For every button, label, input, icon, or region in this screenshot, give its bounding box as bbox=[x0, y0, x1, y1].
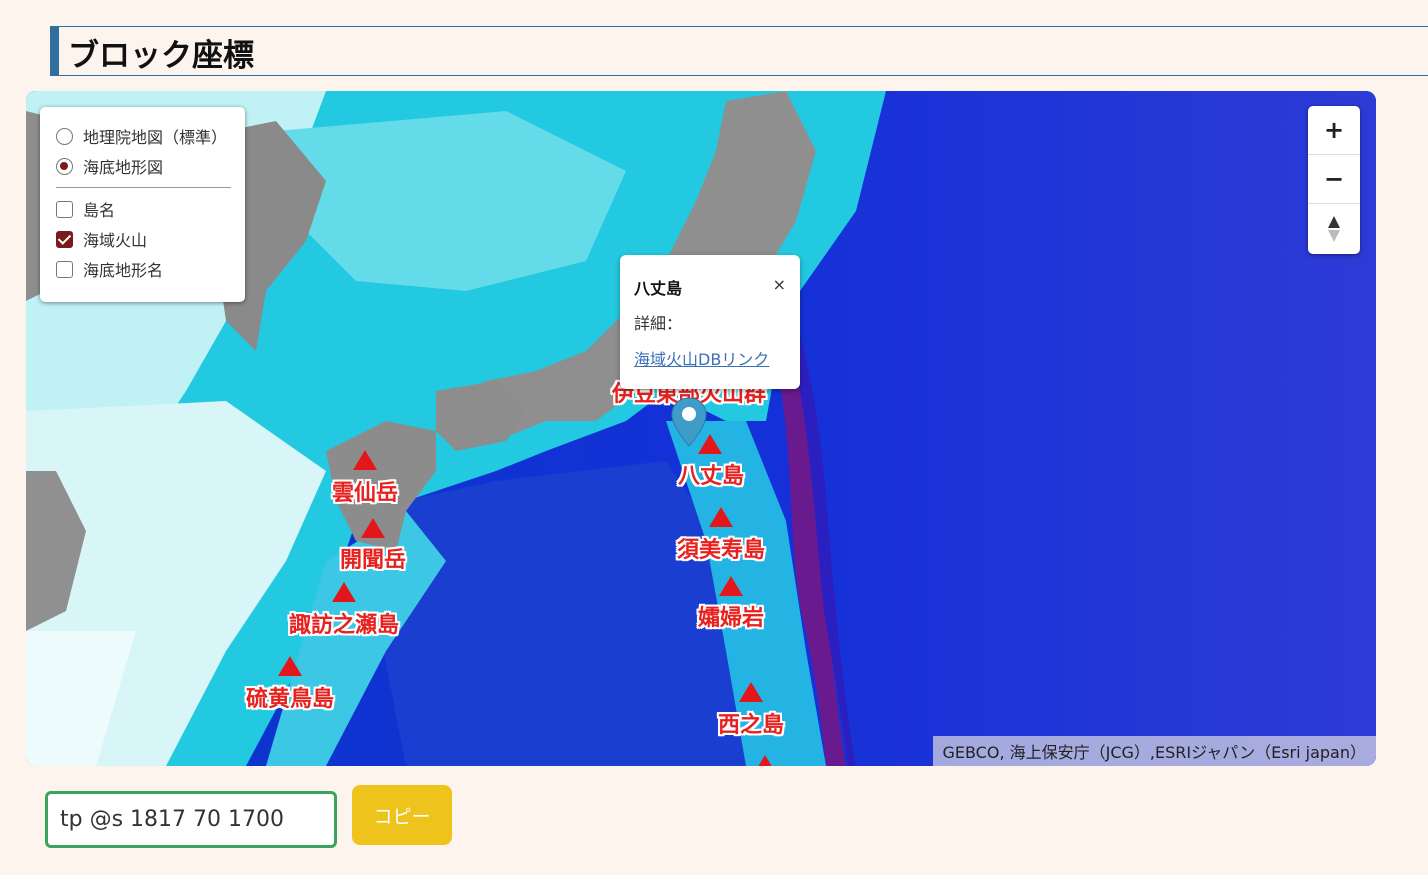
volcano-marker-icon[interactable] bbox=[709, 507, 733, 527]
volcano-label-hachijojima[interactable]: 八丈島 bbox=[678, 458, 744, 490]
popup-title: 八丈島 bbox=[634, 279, 683, 298]
volcano-label-kaimondake[interactable]: 開聞岳 bbox=[340, 542, 406, 574]
reset-north-button[interactable] bbox=[1308, 204, 1360, 253]
popup-detail-label: 詳細： bbox=[634, 314, 683, 333]
volcano-marker-icon[interactable] bbox=[278, 656, 302, 676]
base-layer-label: 地理院地図（標準） bbox=[83, 128, 228, 147]
volcano-marker-icon[interactable] bbox=[353, 450, 377, 470]
checkbox[interactable] bbox=[56, 260, 73, 278]
compass-icon bbox=[1328, 215, 1340, 242]
radio-button[interactable] bbox=[56, 127, 73, 145]
layer-control: 地理院地図（標準） 海底地形図 島名 海域火山 海底地形名 bbox=[40, 107, 245, 302]
volcano-label-sofugan[interactable]: 孀婦岩 bbox=[698, 600, 764, 632]
volcano-label-iotorishima[interactable]: 硫黄鳥島 bbox=[246, 681, 334, 713]
radio-button[interactable] bbox=[56, 157, 73, 175]
overlay-island-names[interactable]: 島名 bbox=[56, 194, 231, 224]
volcano-marker-icon[interactable] bbox=[698, 434, 722, 454]
popup-close-icon[interactable]: × bbox=[773, 275, 786, 294]
popup-db-link[interactable]: 海域火山DBリンク bbox=[634, 346, 786, 370]
copy-button[interactable]: コピー bbox=[352, 785, 452, 845]
layer-separator bbox=[56, 187, 231, 188]
base-layer-seafloor[interactable]: 海底地形図 bbox=[56, 151, 231, 181]
volcano-label-suwanosejima[interactable]: 諏訪之瀬島 bbox=[289, 607, 399, 639]
volcano-marker-icon[interactable] bbox=[361, 518, 385, 538]
coordinate-input[interactable] bbox=[45, 791, 337, 848]
zoom-out-button[interactable]: − bbox=[1308, 155, 1360, 204]
map-attribution: GEBCO, 海上保安庁（JCG）,ESRIジャパン（Esri japan） bbox=[933, 736, 1376, 766]
overlay-label: 海域火山 bbox=[83, 231, 148, 250]
volcano-label-nishinoshima[interactable]: 西之島 bbox=[718, 707, 784, 739]
zoom-in-button[interactable]: + bbox=[1308, 106, 1360, 155]
page-title: ブロック座標 bbox=[68, 38, 254, 74]
volcano-label-sumisujima[interactable]: 須美寿島 bbox=[677, 532, 765, 564]
overlay-label: 島名 bbox=[83, 201, 116, 220]
overlay-sea-volcanoes[interactable]: 海域火山 bbox=[56, 224, 231, 254]
volcano-label-unzendake[interactable]: 雲仙岳 bbox=[332, 475, 398, 507]
base-layer-label: 海底地形図 bbox=[83, 158, 164, 177]
base-layer-gsi-standard[interactable]: 地理院地図（標準） bbox=[56, 121, 231, 151]
map-popup: 八丈島 詳細： 海域火山DBリンク × bbox=[620, 255, 800, 389]
overlay-label: 海底地形名 bbox=[83, 261, 164, 280]
section-heading: ブロック座標 bbox=[50, 26, 1428, 76]
checkbox[interactable] bbox=[56, 200, 73, 218]
volcano-marker-icon[interactable] bbox=[332, 582, 356, 602]
volcano-marker-icon[interactable] bbox=[753, 755, 777, 766]
zoom-control: + − bbox=[1308, 106, 1360, 254]
map-view[interactable]: 伊豆東部火山群 八丈島 須美寿島 孀婦岩 西之島 雲仙岳 開聞岳 諏訪之瀬島 硫… bbox=[26, 91, 1376, 766]
overlay-seafloor-names[interactable]: 海底地形名 bbox=[56, 254, 231, 284]
checkbox[interactable] bbox=[56, 230, 73, 248]
volcano-marker-icon[interactable] bbox=[739, 682, 763, 702]
volcano-marker-icon[interactable] bbox=[719, 576, 743, 596]
